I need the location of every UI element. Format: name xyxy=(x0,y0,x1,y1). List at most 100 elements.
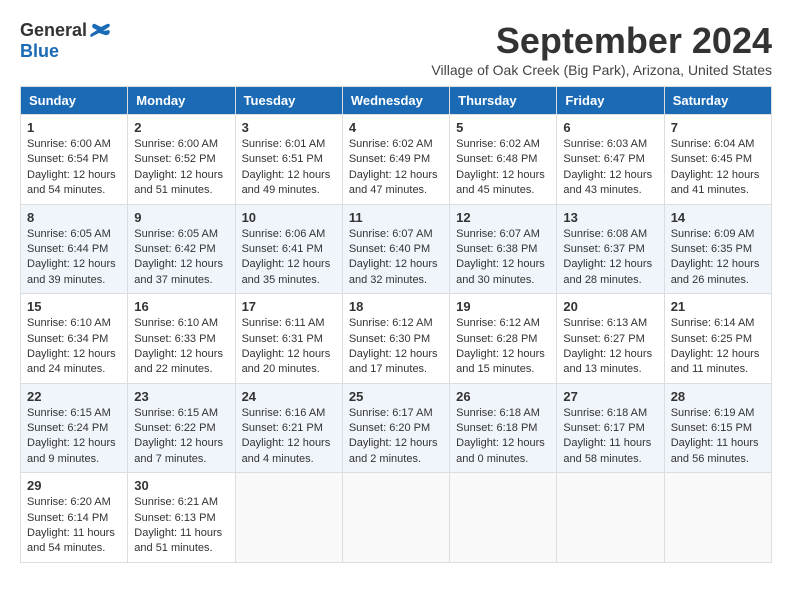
sunrise-label: Sunrise: 6:05 AM xyxy=(134,228,218,240)
daylight-label: Daylight: 12 hours and 54 minutes. xyxy=(27,169,116,196)
month-title: September 2024 xyxy=(431,20,772,62)
day-cell-25: 25 Sunrise: 6:17 AM Sunset: 6:20 PM Dayl… xyxy=(342,383,449,473)
sunset-label: Sunset: 6:47 PM xyxy=(563,153,644,165)
daylight-label: Daylight: 12 hours and 49 minutes. xyxy=(242,169,331,196)
day-cell-18: 18 Sunrise: 6:12 AM Sunset: 6:30 PM Dayl… xyxy=(342,294,449,384)
day-cell-23: 23 Sunrise: 6:15 AM Sunset: 6:22 PM Dayl… xyxy=(128,383,235,473)
sunrise-label: Sunrise: 6:10 AM xyxy=(27,317,111,329)
sunrise-label: Sunrise: 6:21 AM xyxy=(134,496,218,508)
logo: General Blue xyxy=(20,20,111,60)
day-number: 29 xyxy=(27,478,121,493)
daylight-label: Daylight: 11 hours and 54 minutes. xyxy=(27,527,115,554)
daylight-label: Daylight: 11 hours and 51 minutes. xyxy=(134,527,222,554)
sunrise-label: Sunrise: 6:02 AM xyxy=(349,138,433,150)
day-info: Sunrise: 6:18 AM Sunset: 6:18 PM Dayligh… xyxy=(456,406,550,468)
day-info: Sunrise: 6:02 AM Sunset: 6:49 PM Dayligh… xyxy=(349,137,443,199)
day-number: 26 xyxy=(456,389,550,404)
sunset-label: Sunset: 6:18 PM xyxy=(456,422,537,434)
sunset-label: Sunset: 6:41 PM xyxy=(242,243,323,255)
day-number: 28 xyxy=(671,389,765,404)
sunset-label: Sunset: 6:34 PM xyxy=(27,333,108,345)
day-number: 17 xyxy=(242,299,336,314)
daylight-label: Daylight: 12 hours and 47 minutes. xyxy=(349,169,438,196)
sunset-label: Sunset: 6:15 PM xyxy=(671,422,752,434)
day-number: 14 xyxy=(671,210,765,225)
daylight-label: Daylight: 12 hours and 45 minutes. xyxy=(456,169,545,196)
day-cell-6: 6 Sunrise: 6:03 AM Sunset: 6:47 PM Dayli… xyxy=(557,115,664,205)
day-cell-24: 24 Sunrise: 6:16 AM Sunset: 6:21 PM Dayl… xyxy=(235,383,342,473)
day-info: Sunrise: 6:20 AM Sunset: 6:14 PM Dayligh… xyxy=(27,495,121,557)
day-info: Sunrise: 6:17 AM Sunset: 6:20 PM Dayligh… xyxy=(349,406,443,468)
day-number: 5 xyxy=(456,120,550,135)
day-info: Sunrise: 6:14 AM Sunset: 6:25 PM Dayligh… xyxy=(671,316,765,378)
sunset-label: Sunset: 6:48 PM xyxy=(456,153,537,165)
day-cell-21: 21 Sunrise: 6:14 AM Sunset: 6:25 PM Dayl… xyxy=(664,294,771,384)
daylight-label: Daylight: 12 hours and 4 minutes. xyxy=(242,437,331,464)
sunrise-label: Sunrise: 6:17 AM xyxy=(349,407,433,419)
day-cell-27: 27 Sunrise: 6:18 AM Sunset: 6:17 PM Dayl… xyxy=(557,383,664,473)
sunrise-label: Sunrise: 6:15 AM xyxy=(134,407,218,419)
day-info: Sunrise: 6:09 AM Sunset: 6:35 PM Dayligh… xyxy=(671,227,765,289)
sunrise-label: Sunrise: 6:15 AM xyxy=(27,407,111,419)
sunrise-label: Sunrise: 6:12 AM xyxy=(349,317,433,329)
day-number: 19 xyxy=(456,299,550,314)
week-row-1: 1 Sunrise: 6:00 AM Sunset: 6:54 PM Dayli… xyxy=(21,115,772,205)
sunrise-label: Sunrise: 6:07 AM xyxy=(456,228,540,240)
sunrise-label: Sunrise: 6:05 AM xyxy=(27,228,111,240)
daylight-label: Daylight: 12 hours and 22 minutes. xyxy=(134,348,223,375)
sunset-label: Sunset: 6:54 PM xyxy=(27,153,108,165)
day-number: 10 xyxy=(242,210,336,225)
daylight-label: Daylight: 12 hours and 51 minutes. xyxy=(134,169,223,196)
day-number: 20 xyxy=(563,299,657,314)
day-cell-16: 16 Sunrise: 6:10 AM Sunset: 6:33 PM Dayl… xyxy=(128,294,235,384)
sunrise-label: Sunrise: 6:19 AM xyxy=(671,407,755,419)
sunset-label: Sunset: 6:31 PM xyxy=(242,333,323,345)
daylight-label: Daylight: 11 hours and 56 minutes. xyxy=(671,437,759,464)
day-cell-8: 8 Sunrise: 6:05 AM Sunset: 6:44 PM Dayli… xyxy=(21,204,128,294)
day-cell-10: 10 Sunrise: 6:06 AM Sunset: 6:41 PM Dayl… xyxy=(235,204,342,294)
sunrise-label: Sunrise: 6:16 AM xyxy=(242,407,326,419)
sunset-label: Sunset: 6:40 PM xyxy=(349,243,430,255)
day-cell-17: 17 Sunrise: 6:11 AM Sunset: 6:31 PM Dayl… xyxy=(235,294,342,384)
day-cell-20: 20 Sunrise: 6:13 AM Sunset: 6:27 PM Dayl… xyxy=(557,294,664,384)
day-cell-26: 26 Sunrise: 6:18 AM Sunset: 6:18 PM Dayl… xyxy=(450,383,557,473)
daylight-label: Daylight: 12 hours and 15 minutes. xyxy=(456,348,545,375)
day-number: 23 xyxy=(134,389,228,404)
daylight-label: Daylight: 12 hours and 17 minutes. xyxy=(349,348,438,375)
sunset-label: Sunset: 6:42 PM xyxy=(134,243,215,255)
day-cell-29: 29 Sunrise: 6:20 AM Sunset: 6:14 PM Dayl… xyxy=(21,473,128,563)
location: Village of Oak Creek (Big Park), Arizona… xyxy=(431,62,772,78)
day-cell-13: 13 Sunrise: 6:08 AM Sunset: 6:37 PM Dayl… xyxy=(557,204,664,294)
col-header-saturday: Saturday xyxy=(664,87,771,115)
daylight-label: Daylight: 12 hours and 43 minutes. xyxy=(563,169,652,196)
sunset-label: Sunset: 6:51 PM xyxy=(242,153,323,165)
sunset-label: Sunset: 6:30 PM xyxy=(349,333,430,345)
sunrise-label: Sunrise: 6:04 AM xyxy=(671,138,755,150)
day-info: Sunrise: 6:11 AM Sunset: 6:31 PM Dayligh… xyxy=(242,316,336,378)
daylight-label: Daylight: 12 hours and 13 minutes. xyxy=(563,348,652,375)
day-number: 4 xyxy=(349,120,443,135)
day-number: 9 xyxy=(134,210,228,225)
day-info: Sunrise: 6:05 AM Sunset: 6:44 PM Dayligh… xyxy=(27,227,121,289)
day-info: Sunrise: 6:06 AM Sunset: 6:41 PM Dayligh… xyxy=(242,227,336,289)
day-number: 13 xyxy=(563,210,657,225)
week-row-4: 22 Sunrise: 6:15 AM Sunset: 6:24 PM Dayl… xyxy=(21,383,772,473)
day-info: Sunrise: 6:21 AM Sunset: 6:13 PM Dayligh… xyxy=(134,495,228,557)
sunset-label: Sunset: 6:27 PM xyxy=(563,333,644,345)
daylight-label: Daylight: 12 hours and 28 minutes. xyxy=(563,258,652,285)
week-row-3: 15 Sunrise: 6:10 AM Sunset: 6:34 PM Dayl… xyxy=(21,294,772,384)
sunset-label: Sunset: 6:45 PM xyxy=(671,153,752,165)
bird-icon xyxy=(89,22,111,40)
day-info: Sunrise: 6:10 AM Sunset: 6:34 PM Dayligh… xyxy=(27,316,121,378)
sunrise-label: Sunrise: 6:02 AM xyxy=(456,138,540,150)
day-cell-28: 28 Sunrise: 6:19 AM Sunset: 6:15 PM Dayl… xyxy=(664,383,771,473)
day-number: 6 xyxy=(563,120,657,135)
sunset-label: Sunset: 6:14 PM xyxy=(27,512,108,524)
col-header-monday: Monday xyxy=(128,87,235,115)
sunset-label: Sunset: 6:28 PM xyxy=(456,333,537,345)
sunrise-label: Sunrise: 6:09 AM xyxy=(671,228,755,240)
sunrise-label: Sunrise: 6:08 AM xyxy=(563,228,647,240)
daylight-label: Daylight: 12 hours and 7 minutes. xyxy=(134,437,223,464)
week-row-5: 29 Sunrise: 6:20 AM Sunset: 6:14 PM Dayl… xyxy=(21,473,772,563)
sunrise-label: Sunrise: 6:00 AM xyxy=(134,138,218,150)
